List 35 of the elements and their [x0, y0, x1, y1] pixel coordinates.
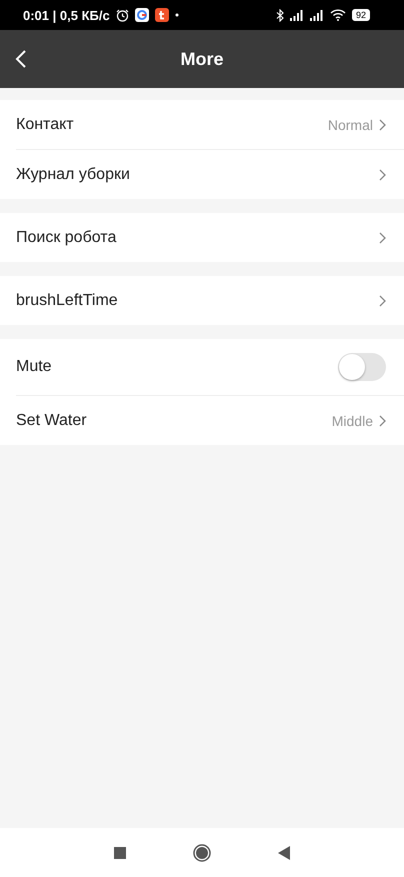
row-label: Контакт — [16, 116, 75, 134]
recents-icon[interactable] — [114, 846, 126, 858]
row-value: Middle — [332, 412, 373, 428]
settings-row[interactable]: brushLeftTime — [0, 276, 404, 325]
bluetooth-icon — [276, 8, 284, 22]
row-value: Normal — [328, 116, 373, 132]
app-icon — [134, 8, 149, 22]
back-icon[interactable] — [278, 846, 290, 860]
settings-row[interactable]: Mute — [0, 339, 404, 395]
row-label: Поиск робота — [16, 228, 118, 246]
settings-row[interactable]: Set Water Middle — [16, 395, 404, 445]
settings-row[interactable]: Поиск робота — [0, 213, 404, 262]
settings-row[interactable]: Журнал уборки — [16, 149, 404, 199]
row-label: Set Water — [16, 412, 88, 430]
status-time: 0:01 | 0,5 КБ/с — [23, 8, 110, 22]
chevron-icon — [379, 414, 386, 426]
battery-level: 92 — [352, 9, 370, 21]
app-icon — [154, 8, 169, 22]
settings-row[interactable]: Контакт Normal — [0, 100, 404, 149]
toggle-switch[interactable] — [338, 353, 386, 381]
page-title: More — [180, 48, 224, 70]
wifi-icon — [330, 9, 346, 21]
chevron-icon — [379, 232, 386, 244]
chevron-icon — [379, 168, 386, 180]
row-label: Журнал уборки — [16, 166, 131, 184]
chevron-icon — [379, 294, 386, 306]
dot-icon — [174, 13, 179, 17]
alarm-icon — [116, 8, 129, 22]
row-label: Mute — [16, 358, 53, 376]
chevron-icon — [379, 118, 386, 130]
row-label: brushLeftTime — [16, 292, 119, 310]
signal-icon — [310, 10, 324, 20]
home-icon[interactable] — [192, 844, 211, 862]
signal-icon — [290, 10, 304, 20]
back-icon[interactable] — [15, 50, 27, 68]
